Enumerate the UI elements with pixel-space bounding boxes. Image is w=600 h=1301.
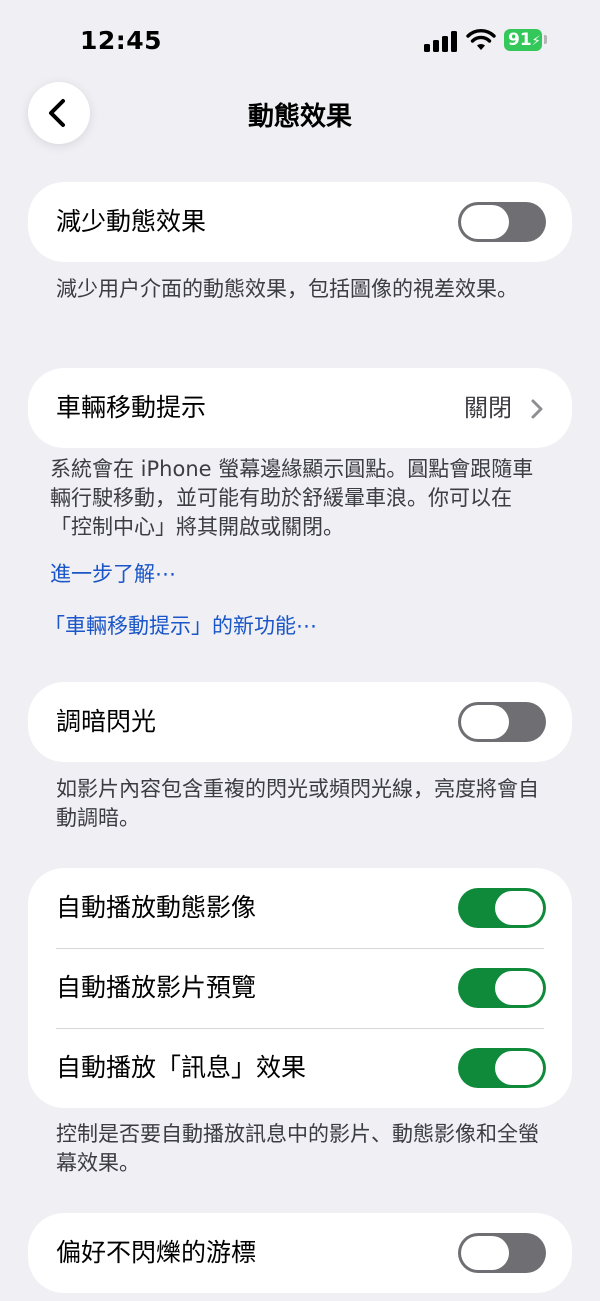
vehicle-cues-value: 關閉 — [464, 394, 512, 422]
toggle-knob — [461, 1236, 509, 1270]
reduce-motion-label: 減少動態效果 — [56, 207, 207, 236]
non-blinking-cursor-card: 偏好不閃爍的游標 — [28, 1213, 572, 1293]
non-blinking-cursor-toggle[interactable] — [458, 1233, 546, 1273]
autoplay-message-effects-label: 自動播放「訊息」效果 — [56, 1053, 307, 1082]
autoplay-animated-images-toggle[interactable] — [458, 888, 546, 928]
autoplay-message-effects-toggle[interactable] — [458, 1048, 546, 1088]
status-time: 12:45 — [80, 26, 163, 55]
whats-new-link[interactable]: 「車輛移動提示」的新功能⋯ — [44, 610, 317, 640]
dim-flashing-footer: 如影片內容包含重複的閃光或頻閃光線，亮度將會自動調暗。 — [56, 777, 539, 830]
dim-flashing-card: 調暗閃光 — [28, 682, 572, 762]
learn-more-link[interactable]: 進一步了解⋯ — [50, 558, 176, 588]
dim-flashing-row: 調暗閃光 — [28, 682, 572, 762]
autoplay-video-previews-label: 自動播放影片預覽 — [56, 973, 257, 1002]
page-title: 動態效果 — [247, 102, 352, 132]
toggle-knob — [495, 891, 543, 925]
vehicle-cues-footer: 系統會在 iPhone 螢幕邊緣顯示圓點。圓點會跟隨車輛行駛移動，並可能有助於舒… — [50, 457, 534, 539]
dim-flashing-toggle[interactable] — [458, 702, 546, 742]
battery-cap — [544, 35, 547, 44]
toggle-knob — [461, 205, 509, 239]
battery-icon: 91⚡ — [504, 29, 542, 51]
autoplay-video-previews-toggle[interactable] — [458, 968, 546, 1008]
wifi-icon — [466, 29, 496, 50]
vehicle-cues-card: 車輛移動提示 關閉 — [28, 368, 572, 448]
vehicle-cues-label: 車輛移動提示 — [56, 393, 207, 422]
toggle-knob — [461, 705, 509, 739]
non-blinking-cursor-row: 偏好不閃爍的游標 — [28, 1213, 572, 1293]
reduce-motion-row: 減少動態效果 — [28, 182, 572, 262]
autoplay-animated-images-row: 自動播放動態影像 — [28, 868, 572, 948]
vehicle-cues-row[interactable]: 車輛移動提示 關閉 — [28, 368, 572, 448]
chevron-right-icon — [531, 399, 543, 419]
reduce-motion-toggle[interactable] — [458, 202, 546, 242]
reduce-motion-footer: 減少用户介面的動態效果，包括圖像的視差效果。 — [56, 277, 518, 301]
dim-flashing-label: 調暗閃光 — [56, 707, 157, 736]
autoplay-footer: 控制是否要自動播放訊息中的影片、動態影像和全螢幕效果。 — [56, 1122, 539, 1175]
toggle-knob — [495, 1051, 543, 1085]
autoplay-video-previews-row: 自動播放影片預覽 — [28, 948, 572, 1028]
non-blinking-cursor-label: 偏好不閃爍的游標 — [56, 1238, 257, 1267]
autoplay-card: 自動播放動態影像 自動播放影片預覽 自動播放「訊息」效果 — [28, 868, 572, 1108]
battery-level: 91 — [508, 30, 532, 50]
cellular-signal-icon — [424, 30, 458, 52]
reduce-motion-card: 減少動態效果 — [28, 182, 572, 262]
status-bar: 12:45 91⚡ — [0, 0, 600, 80]
toggle-knob — [495, 971, 543, 1005]
autoplay-message-effects-row: 自動播放「訊息」效果 — [28, 1028, 572, 1108]
autoplay-animated-images-label: 自動播放動態影像 — [56, 893, 257, 922]
